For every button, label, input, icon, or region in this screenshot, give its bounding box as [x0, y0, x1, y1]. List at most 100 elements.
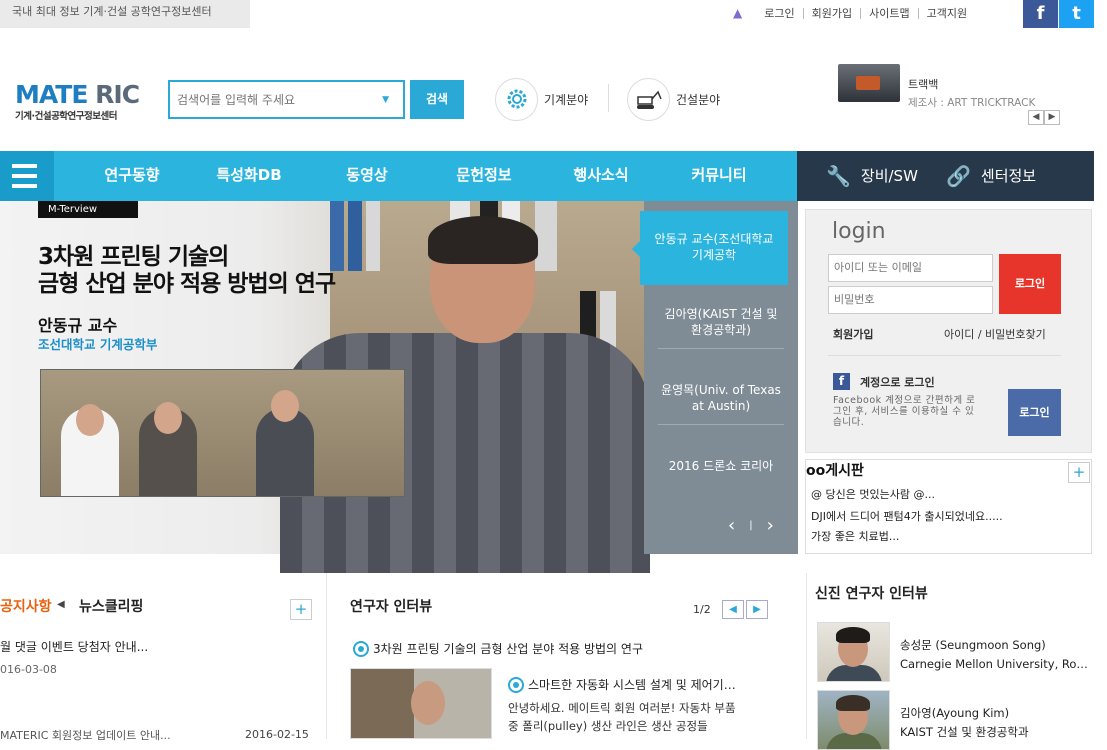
person-name[interactable]: 김아영(Ayoung Kim) — [900, 705, 1009, 721]
person-affiliation: Carnegie Mellon University, Ro… — [900, 657, 1088, 671]
sns-links: f t — [1023, 0, 1094, 28]
chevron-down-icon[interactable]: ▼ — [382, 95, 389, 105]
research-sub-title: 스마트한 자동화 시스템 설계 및 제어기… — [528, 678, 736, 692]
banner-group-photo — [40, 369, 405, 497]
notice-more-button[interactable]: + — [290, 599, 312, 620]
logo-main-text: MATE — [15, 80, 88, 109]
gear-icon — [353, 640, 369, 657]
banner-title-line1: 3차원 프린팅 기술의 — [38, 244, 229, 270]
search-box: ▼ — [168, 80, 405, 119]
login-divider — [828, 355, 1061, 356]
product-pager: ◀ ▶ — [1028, 110, 1060, 125]
product-next-button[interactable]: ▶ — [1044, 110, 1060, 125]
board-item[interactable]: DJI에서 드디어 팬텀4가 출시되었네요..... — [811, 508, 1003, 524]
link-icon: 🔗 — [946, 164, 971, 188]
banner-title-line2: 금형 산업 분야 적용 방법의 연구 — [38, 271, 336, 297]
site-logo[interactable]: MATE RIC 기계·건설공학연구정보센터 — [15, 80, 145, 123]
twitter-icon[interactable]: t — [1059, 0, 1094, 28]
interviewee-photo — [280, 216, 650, 573]
nav-center-info[interactable]: 🔗 센터정보 — [946, 151, 1036, 201]
person-photo[interactable] — [817, 690, 890, 750]
research-prev-button[interactable]: ◀ — [722, 600, 744, 619]
research-top-item[interactable]: 3차원 프린팅 기술의 금형 산업 분야 적용 방법의 연구 — [353, 640, 643, 657]
research-sub-item[interactable]: 스마트한 자동화 시스템 설계 및 제어기… — [508, 676, 736, 693]
research-top-item-label: 3차원 프린팅 기술의 금형 산업 분야 적용 방법의 연구 — [373, 642, 643, 656]
nav-equipment-label: 장비/SW — [860, 167, 918, 185]
notice-item[interactable]: 월 댓글 이벤트 당첨자 안내... — [0, 638, 148, 655]
signup-link[interactable]: 회원가입 — [804, 7, 862, 19]
research-next-button[interactable]: ▶ — [746, 600, 768, 619]
board-more-button[interactable]: + — [1068, 462, 1090, 483]
banner-side-item[interactable]: 2016 드론쇼 코리아 — [658, 458, 784, 484]
gear-icon — [508, 676, 524, 693]
nav-special-db[interactable]: 특성화DB — [203, 151, 295, 201]
facebook-login-desc: Facebook 계정으로 간편하게 로그인 후, 서비스를 이용하실 수 있습… — [833, 395, 976, 428]
banner-pager: ‹ | › — [728, 515, 774, 536]
product-name[interactable]: 트랙백 — [908, 76, 938, 92]
header-divider — [608, 84, 609, 112]
facebook-login-label: 계정으로 로그인 — [860, 375, 935, 389]
column-divider — [806, 573, 807, 739]
tab-news-clipping[interactable]: 뉴스클리핑 — [79, 596, 143, 616]
wrench-icon: 🔧 — [826, 164, 851, 188]
home-icon[interactable]: ▲ — [733, 6, 742, 20]
tab-notice[interactable]: 공지사항 — [0, 596, 52, 616]
facebook-login-title: f 계정으로 로그인 — [833, 373, 935, 390]
password-input[interactable]: 비밀번호 — [828, 286, 993, 314]
gear-icon — [495, 77, 538, 121]
login-link[interactable]: 로그인 — [756, 7, 804, 19]
construction-field-link[interactable]: 건설분야 — [627, 77, 720, 121]
logo-accent-text: RIC — [95, 80, 140, 109]
column-divider — [326, 573, 327, 739]
pager-divider: | — [749, 520, 753, 531]
banner-title: 3차원 프린팅 기술의 금형 산업 분야 적용 방법의 연구 — [38, 244, 336, 298]
facebook-icon[interactable]: f — [1023, 0, 1058, 28]
search-button[interactable]: 검색 — [410, 80, 464, 119]
facebook-login-button[interactable]: 로그인 — [1008, 389, 1061, 436]
nav-equipment-sw[interactable]: 🔧 장비/SW — [826, 151, 918, 201]
chevron-right-icon[interactable]: › — [767, 515, 774, 536]
search-input[interactable] — [170, 82, 365, 117]
person-name[interactable]: 송성문 (Seungmoon Song) — [900, 637, 1046, 653]
nav-videos[interactable]: 동영상 — [328, 151, 406, 201]
find-account-link[interactable]: 아이디 / 비밀번호찾기 — [944, 326, 1046, 342]
board-title[interactable]: oo게시판 — [806, 460, 864, 480]
support-link[interactable]: 고객지원 — [919, 8, 975, 19]
banner-side-item[interactable]: 윤영목(Univ. of Texas at Austin) — [658, 382, 784, 425]
research-thumbnail[interactable] — [350, 668, 492, 739]
chevron-left-icon[interactable]: ‹ — [728, 515, 735, 536]
notice-date: 2016-02-15 — [245, 728, 309, 741]
banner-affiliation: 조선대학교 기계공학부 — [38, 337, 158, 352]
nav-research-trends[interactable]: 연구동향 — [88, 151, 176, 201]
sitemap-link[interactable]: 사이트맵 — [861, 7, 919, 19]
id-input[interactable]: 아이디 또는 이메일 — [828, 254, 993, 282]
banner-label: M-Terview — [38, 201, 138, 218]
nav-literature[interactable]: 문헌정보 — [440, 151, 528, 201]
banner-side-item[interactable]: 김아영(KAIST 건설 및 환경공학과) — [658, 306, 784, 349]
nav-center-label: 센터정보 — [980, 167, 1037, 185]
person-photo[interactable] — [817, 622, 890, 682]
facebook-icon: f — [833, 373, 850, 390]
product-prev-button[interactable]: ◀ — [1028, 110, 1044, 125]
site-tagline: 국내 최대 정보 기계·건설 공학연구정보센터 — [0, 0, 250, 28]
login-button[interactable]: 로그인 — [999, 254, 1061, 314]
top-links: ▲ 로그인 회원가입 사이트맵 고객지원 — [733, 4, 975, 22]
notice-item[interactable]: MATERIC 회원정보 업데이트 안내... — [0, 727, 171, 743]
nav-community[interactable]: 커뮤니티 — [675, 151, 763, 201]
menu-icon[interactable] — [0, 151, 54, 201]
board-item[interactable]: 가장 좋은 치료법... — [811, 528, 899, 544]
banner-side-item-active[interactable]: 안동규 교수(조선대학교 기계공학 — [632, 211, 788, 285]
product-maker: 제조사 : ART TRICKTRACK — [908, 97, 1036, 109]
newcomer-interview-title: 신진 연구자 인터뷰 — [815, 586, 928, 602]
research-sub-desc: 안녕하세요. 메이트릭 회원 여러분! 자동차 부품 중 폴리(pulley) … — [508, 701, 736, 733]
banner-name: 안동규 교수 — [38, 316, 118, 335]
person-affiliation: KAIST 건설 및 환경공학과 — [900, 725, 1029, 739]
board-item[interactable]: @ 당신은 멋있는사람 @... — [811, 486, 935, 502]
product-image[interactable] — [838, 64, 900, 102]
machine-field-label: 기계분야 — [544, 92, 589, 107]
research-interview-title: 연구자 인터뷰 — [350, 599, 433, 615]
nav-events[interactable]: 행사소식 — [557, 151, 645, 201]
join-link[interactable]: 회원가입 — [833, 326, 873, 342]
machine-field-link[interactable]: 기계분야 — [495, 77, 588, 121]
featured-product: 트랙백 제조사 : ART TRICKTRACK ◀ ▶ — [838, 64, 1063, 128]
